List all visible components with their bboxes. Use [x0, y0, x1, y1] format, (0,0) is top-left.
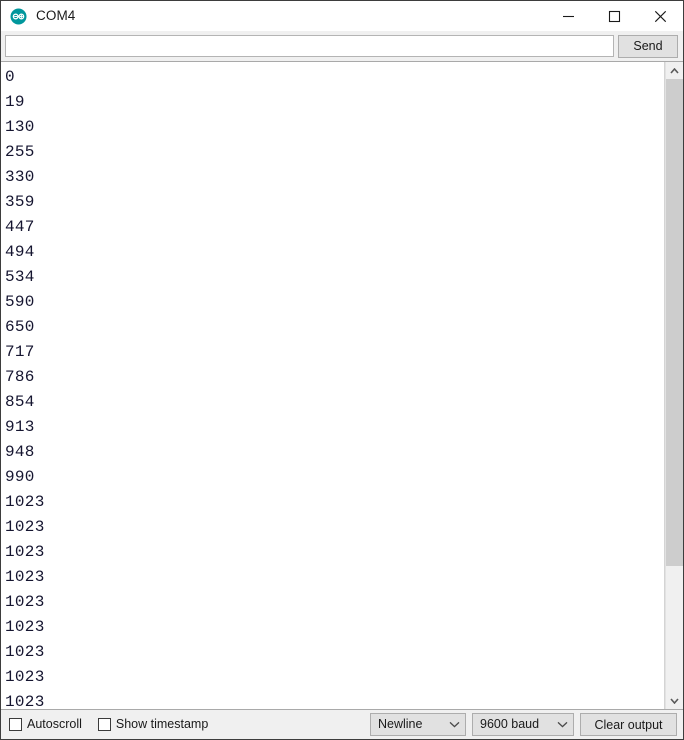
serial-output-line: 854 [5, 393, 35, 411]
serial-output-line: 359 [5, 193, 35, 211]
close-icon [654, 10, 666, 22]
maximize-icon [608, 10, 620, 22]
baud-rate-value: 9600 baud [480, 717, 540, 732]
maximize-button[interactable] [591, 1, 637, 31]
window-title: COM4 [36, 8, 76, 24]
serial-output-line: 1023 [5, 493, 45, 511]
chevron-down-icon [449, 721, 460, 728]
show-timestamp-checkbox[interactable]: Show timestamp [97, 717, 209, 732]
serial-output-line: 913 [5, 418, 35, 436]
serial-output-line: 255 [5, 143, 35, 161]
serial-output-line: 717 [5, 343, 35, 361]
serial-output-line: 330 [5, 168, 35, 186]
chevron-down-icon [557, 721, 568, 728]
serial-output-line: 1023 [5, 668, 45, 686]
serial-output-line: 447 [5, 218, 35, 236]
chevron-up-icon [670, 67, 679, 74]
send-toolbar: Send [1, 31, 683, 61]
scroll-down-button[interactable] [666, 692, 683, 709]
serial-output-line: 19 [5, 93, 25, 111]
show-timestamp-checkbox-box[interactable] [97, 718, 111, 731]
autoscroll-checkbox[interactable]: Autoscroll [9, 718, 82, 731]
serial-output-line: 534 [5, 268, 35, 286]
serial-output-line: 1023 [5, 518, 45, 536]
close-button[interactable] [637, 1, 683, 31]
serial-output-line: 1023 [5, 543, 45, 561]
serial-output-line: 1023 [5, 568, 45, 586]
window-controls [545, 1, 683, 31]
baud-rate-dropdown[interactable]: 9600 baud [472, 713, 574, 736]
send-button[interactable]: Send [618, 34, 678, 58]
serial-output-line: 130 [5, 118, 35, 136]
scroll-track[interactable] [666, 79, 683, 692]
scroll-thumb[interactable] [666, 79, 683, 567]
line-ending-value: Newline [378, 717, 423, 732]
serial-output-line: 990 [5, 468, 35, 486]
line-ending-dropdown[interactable]: Newline [370, 713, 466, 736]
serial-output-line: 650 [5, 318, 35, 336]
serial-monitor-window: COM4 Send 0 19 130 255 330 359 447 494 5… [0, 0, 684, 740]
title-bar: COM4 [1, 1, 683, 31]
serial-output-line: 1023 [5, 618, 45, 636]
serial-output-line: 786 [5, 368, 35, 386]
bottom-toolbar: Autoscroll Show timestamp Newline 9600 b… [1, 710, 683, 739]
serial-output-line: 948 [5, 443, 35, 461]
clear-output-button[interactable]: Clear output [580, 713, 677, 736]
serial-output-line: 1023 [5, 643, 45, 661]
minimize-button[interactable] [545, 1, 591, 31]
serial-output-line: 494 [5, 243, 35, 261]
show-timestamp-label: Show timestamp [115, 717, 209, 732]
serial-output-line: 1023 [5, 593, 45, 611]
title-bar-left: COM4 [1, 8, 75, 25]
arduino-logo-icon [10, 8, 27, 25]
serial-output-text[interactable]: 0 19 130 255 330 359 447 494 534 590 650 717 786 854 9… [1, 62, 665, 709]
chevron-down-icon [670, 697, 679, 704]
autoscroll-label: Autoscroll [27, 717, 82, 732]
autoscroll-checkbox-box[interactable] [9, 718, 22, 731]
output-vertical-scrollbar[interactable] [665, 62, 683, 709]
serial-output-line: 1023 [5, 693, 45, 709]
scroll-up-button[interactable] [666, 62, 683, 79]
serial-output-area: 0 19 130 255 330 359 447 494 534 590 650 717 786 854 9… [1, 61, 683, 710]
minimize-icon [562, 15, 574, 17]
serial-output-line: 590 [5, 293, 35, 311]
serial-send-input[interactable] [5, 35, 614, 57]
serial-output-line: 0 [5, 68, 15, 86]
